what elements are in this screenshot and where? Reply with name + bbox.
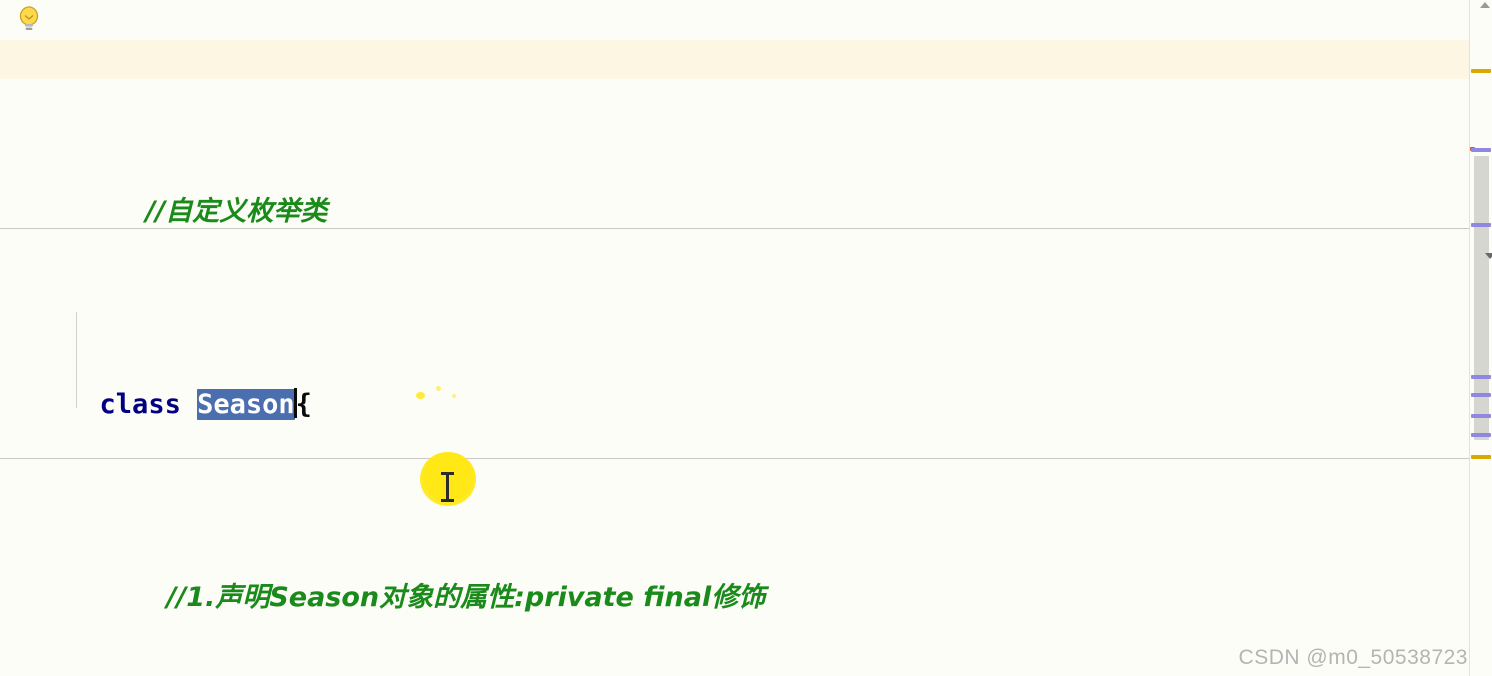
cursor-sparkle bbox=[452, 394, 456, 398]
code-line-comment-2[interactable]: //1.声明Season对象的属性:private final修饰 bbox=[0, 540, 1492, 613]
cursor-sparkle bbox=[416, 392, 425, 399]
gutter-marker-occurrence[interactable] bbox=[1471, 414, 1491, 418]
gutter-marker-warning[interactable] bbox=[1471, 455, 1491, 459]
i-beam-cursor bbox=[441, 472, 454, 502]
keyword-class: class bbox=[99, 388, 181, 420]
class-name-selected[interactable]: Season bbox=[197, 388, 295, 420]
scroll-up-arrow[interactable] bbox=[1480, 2, 1490, 8]
gutter-marker-occurrence[interactable] bbox=[1471, 393, 1491, 397]
code-line-class-declaration[interactable]: class Season{ bbox=[0, 347, 1492, 420]
gutter-marker-warning[interactable] bbox=[1471, 69, 1491, 73]
cursor-sparkle bbox=[436, 386, 441, 391]
scrollbar-thumb[interactable] bbox=[1474, 156, 1489, 440]
gutter-marker-occurrence[interactable] bbox=[1471, 223, 1491, 227]
code-editor[interactable]: //自定义枚举类 class Season{ //1.声明Season对象的属性… bbox=[0, 0, 1492, 676]
brace-open: { bbox=[295, 388, 312, 420]
watermark: CSDN @m0_50538723 bbox=[1238, 646, 1468, 669]
gutter-marker-occurrence[interactable] bbox=[1471, 148, 1491, 152]
code-content[interactable]: //自定义枚举类 class Season{ //1.声明Season对象的属性… bbox=[0, 0, 1492, 676]
code-line-comment-1[interactable]: //自定义枚举类 bbox=[0, 154, 1492, 227]
gutter-marker-occurrence[interactable] bbox=[1471, 375, 1491, 379]
scroll-position-marker bbox=[1485, 253, 1492, 259]
comment-text: //自定义枚举类 bbox=[145, 195, 328, 227]
gutter-marker-occurrence[interactable] bbox=[1471, 433, 1491, 437]
editor-scrollbar-gutter[interactable] bbox=[1469, 0, 1492, 676]
comment-text: //1.声明Season对象的属性:private final修饰 bbox=[166, 581, 766, 613]
